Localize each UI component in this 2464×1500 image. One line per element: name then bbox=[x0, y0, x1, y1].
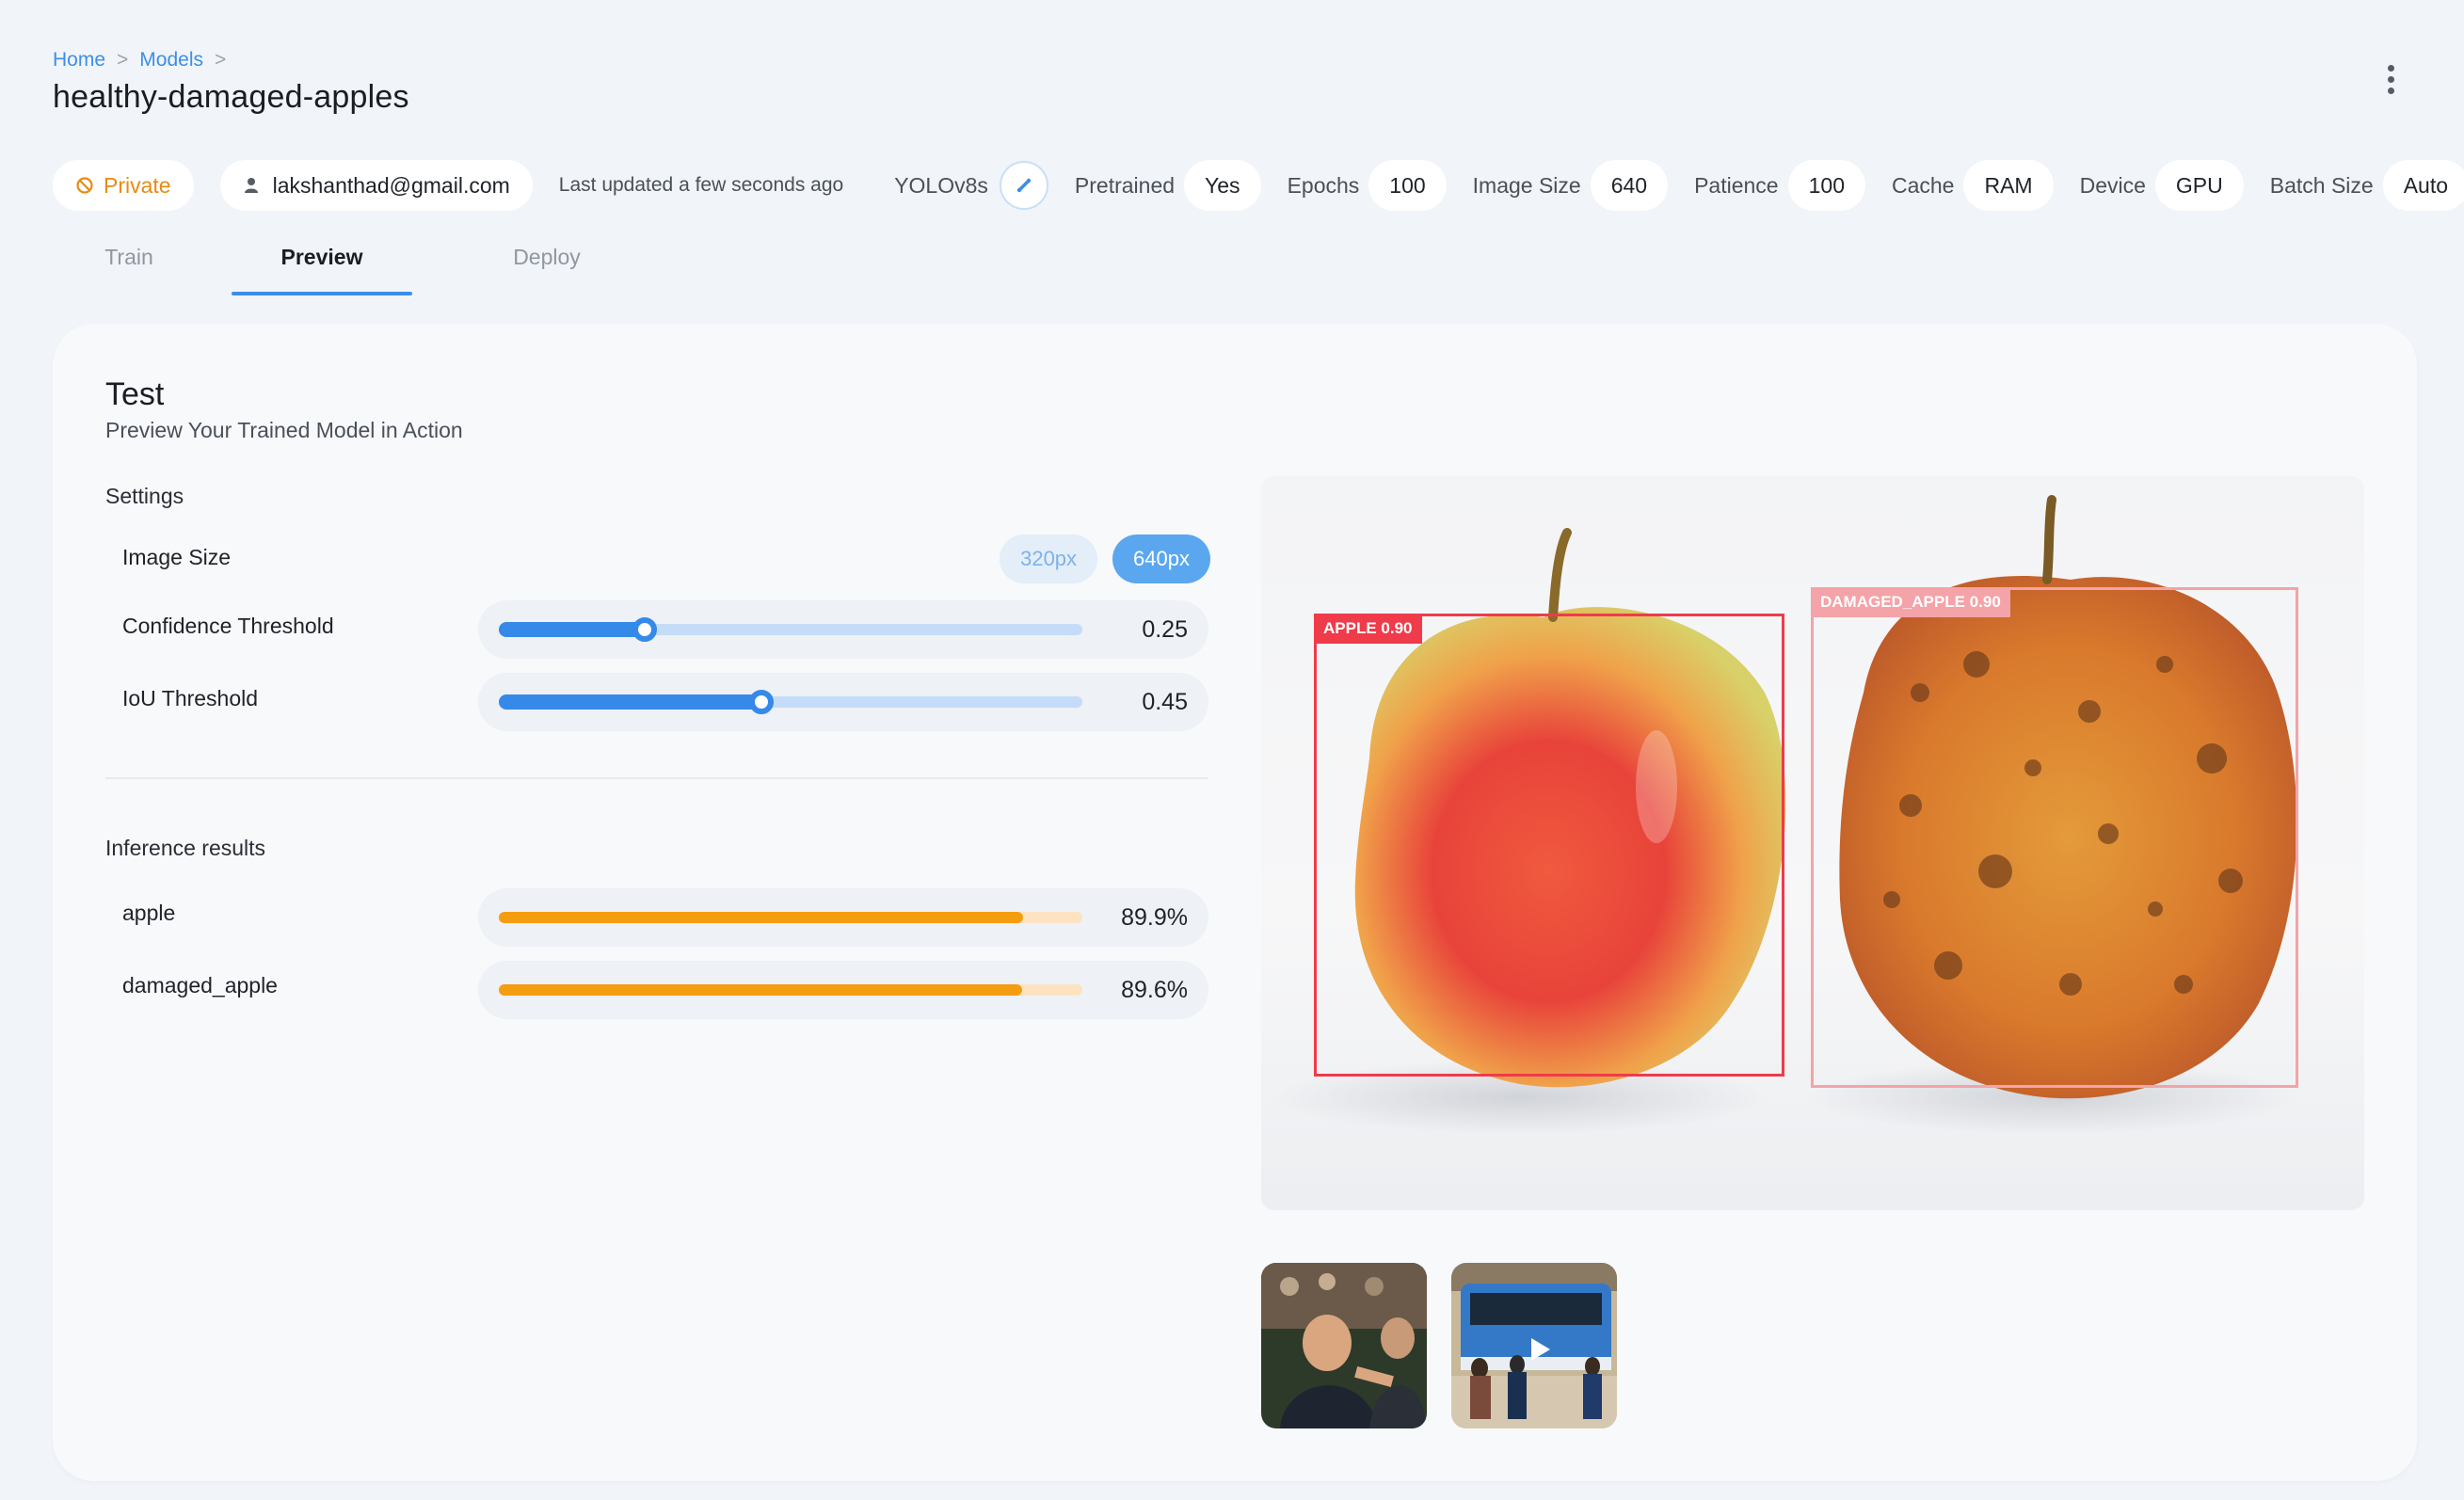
page-title: healthy-damaged-apples bbox=[53, 79, 409, 115]
breadcrumb-separator: > bbox=[215, 49, 227, 71]
more-dot-icon bbox=[2387, 75, 2394, 83]
iou-threshold-label: IoU Threshold bbox=[122, 686, 259, 710]
street-thumbnail-image bbox=[1451, 1263, 1617, 1428]
preview-image: APPLE 0.90 DAMAGED_APPLE 0.90 bbox=[1261, 476, 2364, 1210]
confidence-fill bbox=[499, 622, 645, 637]
size-option-320[interactable]: 320px bbox=[1000, 535, 1098, 583]
device-label: Device bbox=[2079, 172, 2146, 198]
link-icon bbox=[1016, 178, 1032, 193]
result-bar-damaged-apple: 89.6% bbox=[478, 961, 1208, 1019]
device-value: GPU bbox=[2154, 160, 2244, 211]
result-fill-damaged-apple bbox=[499, 984, 1022, 996]
pretrained-label: Pretrained bbox=[1074, 172, 1176, 198]
result-track bbox=[499, 912, 1082, 923]
confidence-value: 0.25 bbox=[1142, 615, 1188, 643]
cache-value: RAM bbox=[1963, 160, 2054, 211]
image-size-value: 640 bbox=[1590, 160, 1669, 211]
more-dot-icon bbox=[2387, 64, 2394, 72]
model-meta-row: Private lakshanthad@gmail.com Last updat… bbox=[53, 160, 2464, 211]
damaged-apple-stem bbox=[2042, 495, 2056, 584]
patience-value: 100 bbox=[1787, 160, 1865, 211]
detection-box-apple: APPLE 0.90 bbox=[1314, 614, 1784, 1077]
result-label-damaged-apple: damaged_apple bbox=[122, 973, 278, 997]
confidence-threshold-label: Confidence Threshold bbox=[122, 614, 334, 638]
image-size-label: Image Size bbox=[1472, 172, 1581, 198]
image-size-toggle: 320px 640px bbox=[1000, 535, 1210, 583]
pretrained-value: Yes bbox=[1184, 160, 1261, 211]
settings-heading: Settings bbox=[105, 484, 184, 508]
owner-email: lakshanthad@gmail.com bbox=[272, 172, 510, 198]
result-fill-apple bbox=[499, 912, 1024, 923]
soccer-thumbnail-image bbox=[1261, 1263, 1427, 1428]
more-options-button[interactable] bbox=[2376, 60, 2406, 98]
epochs-label: Epochs bbox=[1287, 172, 1360, 198]
iou-value: 0.45 bbox=[1142, 688, 1188, 715]
size-option-640[interactable]: 640px bbox=[1112, 535, 1210, 583]
breadcrumb-models-link[interactable]: Models bbox=[139, 49, 203, 72]
section-divider bbox=[105, 777, 1208, 779]
image-size-setting-label: Image Size bbox=[122, 545, 232, 569]
iou-threshold-slider[interactable]: 0.45 bbox=[478, 673, 1208, 731]
patience-label: Patience bbox=[1694, 172, 1779, 198]
iou-track bbox=[499, 690, 1082, 714]
tab-train[interactable]: Train bbox=[53, 233, 205, 295]
epochs-value: 100 bbox=[1368, 160, 1447, 211]
user-icon bbox=[244, 178, 258, 193]
confidence-slider-handle[interactable] bbox=[632, 617, 657, 642]
model-link-button[interactable] bbox=[999, 161, 1048, 210]
visibility-badge[interactable]: Private bbox=[53, 160, 194, 211]
cache-label: Cache bbox=[1891, 172, 1955, 198]
result-value-apple: 89.9% bbox=[1121, 903, 1188, 931]
iou-fill bbox=[499, 694, 761, 710]
detection-label-apple: APPLE 0.90 bbox=[1314, 614, 1422, 644]
result-bar-apple: 89.9% bbox=[478, 888, 1208, 947]
model-tabs: Train Preview Deploy bbox=[53, 233, 636, 295]
batch-size-value: Auto bbox=[2382, 160, 2464, 211]
card-subtitle: Preview Your Trained Model in Action bbox=[105, 418, 463, 442]
breadcrumb: Home > Models > bbox=[53, 49, 226, 72]
iou-slider-handle[interactable] bbox=[749, 690, 774, 714]
more-dot-icon bbox=[2387, 87, 2394, 94]
batch-size-label: Batch Size bbox=[2269, 172, 2374, 198]
result-value-damaged-apple: 89.6% bbox=[1121, 976, 1188, 1003]
confidence-track bbox=[499, 617, 1082, 642]
model-architecture: YOLOv8s bbox=[894, 172, 988, 198]
preview-card: Test Preview Your Trained Model in Actio… bbox=[53, 324, 2417, 1481]
private-lock-icon bbox=[76, 177, 93, 194]
tab-preview[interactable]: Preview bbox=[232, 233, 412, 295]
inference-results-heading: Inference results bbox=[105, 836, 266, 860]
result-track bbox=[499, 984, 1082, 996]
breadcrumb-home-link[interactable]: Home bbox=[53, 49, 105, 72]
result-label-apple: apple bbox=[122, 901, 176, 925]
sample-thumbnail-soccer[interactable] bbox=[1261, 1263, 1427, 1428]
visibility-label: Private bbox=[104, 172, 171, 198]
apple-stem bbox=[1548, 528, 1572, 622]
tab-deploy[interactable]: Deploy bbox=[457, 233, 636, 295]
breadcrumb-separator: > bbox=[117, 49, 129, 71]
owner-badge[interactable]: lakshanthad@gmail.com bbox=[219, 160, 533, 211]
sample-thumbnail-street[interactable] bbox=[1451, 1263, 1617, 1428]
confidence-threshold-slider[interactable]: 0.25 bbox=[478, 600, 1208, 659]
detection-box-damaged-apple: DAMAGED_APPLE 0.90 bbox=[1811, 587, 2298, 1088]
card-title: Test bbox=[105, 376, 165, 412]
detection-label-damaged-apple: DAMAGED_APPLE 0.90 bbox=[1811, 587, 2010, 617]
last-updated-text: Last updated a few seconds ago bbox=[558, 174, 844, 196]
